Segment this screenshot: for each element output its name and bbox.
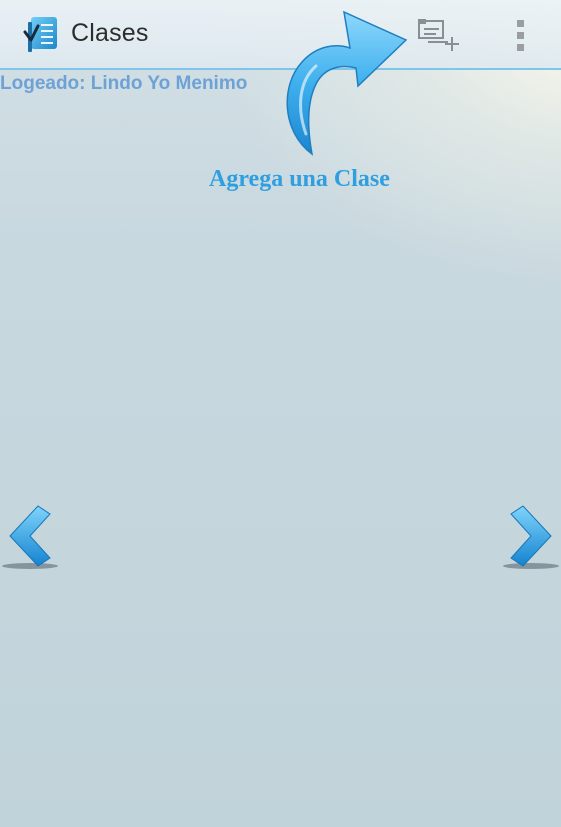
checklist-notebook-icon	[23, 17, 57, 52]
add-class-hint: Agrega una Clase	[209, 166, 390, 192]
logged-in-user-label: Logeado: Lindo Yo Menimo	[0, 73, 248, 94]
chevron-left-icon	[2, 505, 58, 569]
overflow-menu-button[interactable]	[506, 14, 536, 56]
add-class-button[interactable]	[412, 14, 464, 56]
overflow-menu-icon	[517, 20, 524, 51]
screen: Clases Logeado: Lindo Yo Menimo Agrega u…	[0, 0, 561, 827]
add-class-icon	[418, 19, 459, 51]
app-icon[interactable]	[22, 14, 60, 54]
previous-button[interactable]	[0, 500, 64, 574]
next-button[interactable]	[497, 500, 561, 574]
app-title: Clases	[71, 19, 149, 47]
curved-arrow-icon	[286, 10, 408, 156]
chevron-right-icon	[503, 505, 559, 569]
